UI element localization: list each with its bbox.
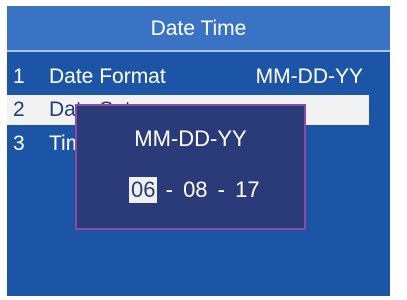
date-separator: -	[217, 177, 225, 202]
month-field[interactable]: 06	[129, 177, 158, 203]
menu-item-date-format[interactable]: 1 Date Format MM-DD-YY	[7, 62, 390, 92]
menu-item-value: MM-DD-YY	[255, 65, 363, 88]
date-input-row: 06 - 08 - 17	[129, 177, 262, 203]
day-field[interactable]: 08	[181, 177, 209, 203]
menu-item-label: Date Format	[49, 65, 166, 88]
menu-item-number: 2	[13, 98, 25, 121]
title-bar: Date Time	[7, 6, 390, 52]
menu-item-number: 3	[13, 132, 25, 155]
date-separator: -	[165, 177, 173, 202]
date-set-dialog: MM-DD-YY 06 - 08 - 17	[75, 104, 306, 230]
lcd-screen: Date Time 1 Date Format MM-DD-YY 2 Date …	[7, 6, 390, 296]
menu-item-number: 1	[13, 65, 25, 88]
page-title: Date Time	[150, 17, 247, 40]
year-field[interactable]: 17	[233, 177, 261, 203]
date-format-title: MM-DD-YY	[134, 126, 247, 151]
